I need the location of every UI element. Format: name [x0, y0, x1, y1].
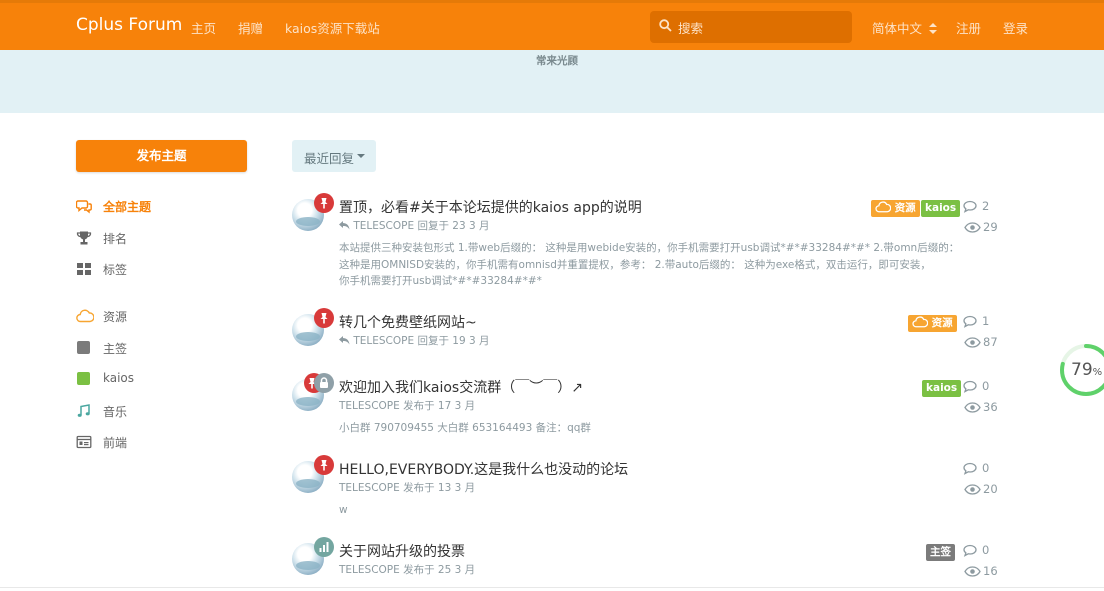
- language-label: 简体中文: [872, 21, 923, 36]
- discussion-meta: TELESCOPE 回复于 23 3 月: [339, 218, 490, 233]
- sidebar-item-label: 标签: [103, 263, 128, 277]
- header-bar: Cplus Forum 主页 捐赠 kaios资源下载站 简体中文 注册 登录: [0, 0, 1104, 50]
- tag-kaios[interactable]: kaios: [921, 200, 961, 217]
- discussion-title[interactable]: 置顶，必看#关于本论坛提供的kaios app的说明: [339, 197, 642, 217]
- pin-badge-icon: [314, 308, 334, 328]
- discussion-title[interactable]: 欢迎加入我们kaios交流群（￣︶￣）↗: [339, 377, 583, 397]
- search-icon: [659, 19, 672, 32]
- login-link[interactable]: 登录: [1003, 18, 1028, 37]
- pin-badge-icon: [314, 455, 334, 475]
- tag-kaios[interactable]: kaios: [922, 380, 962, 397]
- discussion-item[interactable]: 置顶，必看#关于本论坛提供的kaios app的说明 TELESCOPE 回复于…: [292, 193, 1012, 293]
- comment-icon: [963, 200, 977, 213]
- comment-icon: [963, 462, 977, 475]
- discussion-excerpt: w: [339, 504, 348, 516]
- language-selector[interactable]: 简体中文: [872, 18, 937, 37]
- cloud-icon: [76, 309, 94, 323]
- lock-badge-icon: [314, 373, 334, 393]
- reply-icon: [339, 221, 350, 230]
- tag-square-icon: [77, 372, 90, 385]
- discussion-excerpt: 本站提供三种安装包形式 1.带web后缀的： 这种是用webide安装的，你手机…: [339, 242, 960, 287]
- sidebar-item-label: 前端: [103, 436, 128, 450]
- hero-text: 常来光顾: [536, 55, 578, 67]
- comments-icon: [76, 200, 92, 214]
- sidebar-item-label: 主签: [103, 342, 128, 356]
- code-icon: [76, 435, 92, 449]
- tag-resource[interactable]: 资源: [908, 315, 957, 332]
- discussion-meta: TELESCOPE 回复于 19 3 月: [339, 333, 490, 348]
- sidebar-item-label: 资源: [103, 310, 128, 324]
- discussion-excerpt: 小白群 790709455 大白群 653164493 备注：qq群: [339, 422, 591, 434]
- comment-icon: [963, 380, 977, 393]
- trophy-icon: [76, 231, 92, 245]
- discussion-title[interactable]: 转几个免费壁纸网站~: [339, 312, 477, 332]
- discussion-title[interactable]: 关于网站升级的投票: [339, 541, 465, 561]
- discussion-item[interactable]: 关于网站升级的投票 TELESCOPE 发布于 25 3 月 主签 0 16: [292, 537, 1012, 583]
- eye-icon: [964, 484, 981, 495]
- nav-home[interactable]: 主页: [191, 18, 216, 37]
- tags-grid-icon: [77, 263, 91, 275]
- divider: [0, 587, 1104, 588]
- tag-square-icon: [77, 341, 90, 354]
- pin-badge-icon: [314, 193, 334, 213]
- discussion-title[interactable]: HELLO,EVERYBODY.这是我什么也没动的论坛: [339, 459, 628, 479]
- eye-icon: [964, 222, 981, 233]
- caret-down-icon: [357, 154, 365, 158]
- comment-icon: [963, 315, 977, 328]
- sidebar-item-label: 音乐: [103, 405, 128, 419]
- reply-icon: [339, 336, 350, 345]
- cloud-icon: [875, 201, 892, 213]
- discussion-meta: TELESCOPE 发布于 25 3 月: [339, 564, 476, 576]
- tag-resource[interactable]: 资源: [871, 200, 920, 217]
- poll-badge-icon: [314, 537, 334, 557]
- signup-link[interactable]: 注册: [956, 18, 981, 37]
- discussion-meta: TELESCOPE 发布于 13 3 月: [339, 482, 476, 494]
- discussion-item[interactable]: 转几个免费壁纸网站~ TELESCOPE 回复于 19 3 月 资源 1 87: [292, 308, 1012, 358]
- page-progress-indicator[interactable]: 79%: [1059, 343, 1104, 397]
- eye-icon: [964, 566, 981, 577]
- search-input[interactable]: [676, 17, 848, 39]
- tag-sticky[interactable]: 主签: [926, 544, 955, 561]
- comment-icon: [963, 544, 977, 557]
- nav-kaios-download[interactable]: kaios资源下载站: [285, 18, 380, 37]
- sidebar-item-label: 全部主题: [103, 200, 152, 214]
- sort-label: 最近回复: [304, 151, 355, 166]
- cloud-icon: [912, 316, 929, 328]
- sort-dropdown[interactable]: 最近回复: [292, 140, 376, 172]
- start-discussion-button[interactable]: 发布主题: [76, 140, 247, 172]
- sort-arrows-icon: [929, 23, 937, 34]
- progress-value: 79%: [1071, 360, 1103, 380]
- search-box[interactable]: [650, 11, 852, 43]
- sidebar-item-label: 排名: [103, 232, 128, 246]
- welcome-hero: 常来光顾: [0, 50, 1104, 113]
- nav-donate[interactable]: 捐赠: [238, 18, 263, 37]
- eye-icon: [964, 337, 981, 348]
- discussion-meta: TELESCOPE 发布于 17 3 月: [339, 400, 476, 412]
- forum-brand[interactable]: Cplus Forum: [76, 15, 182, 35]
- discussion-item[interactable]: HELLO,EVERYBODY.这是我什么也没动的论坛 TELESCOPE 发布…: [292, 455, 1012, 525]
- eye-icon: [964, 402, 981, 413]
- discussion-item[interactable]: 欢迎加入我们kaios交流群（￣︶￣）↗ TELESCOPE 发布于 17 3 …: [292, 373, 1012, 443]
- sidebar-item-label: kaios: [103, 371, 135, 385]
- music-icon: [77, 404, 90, 417]
